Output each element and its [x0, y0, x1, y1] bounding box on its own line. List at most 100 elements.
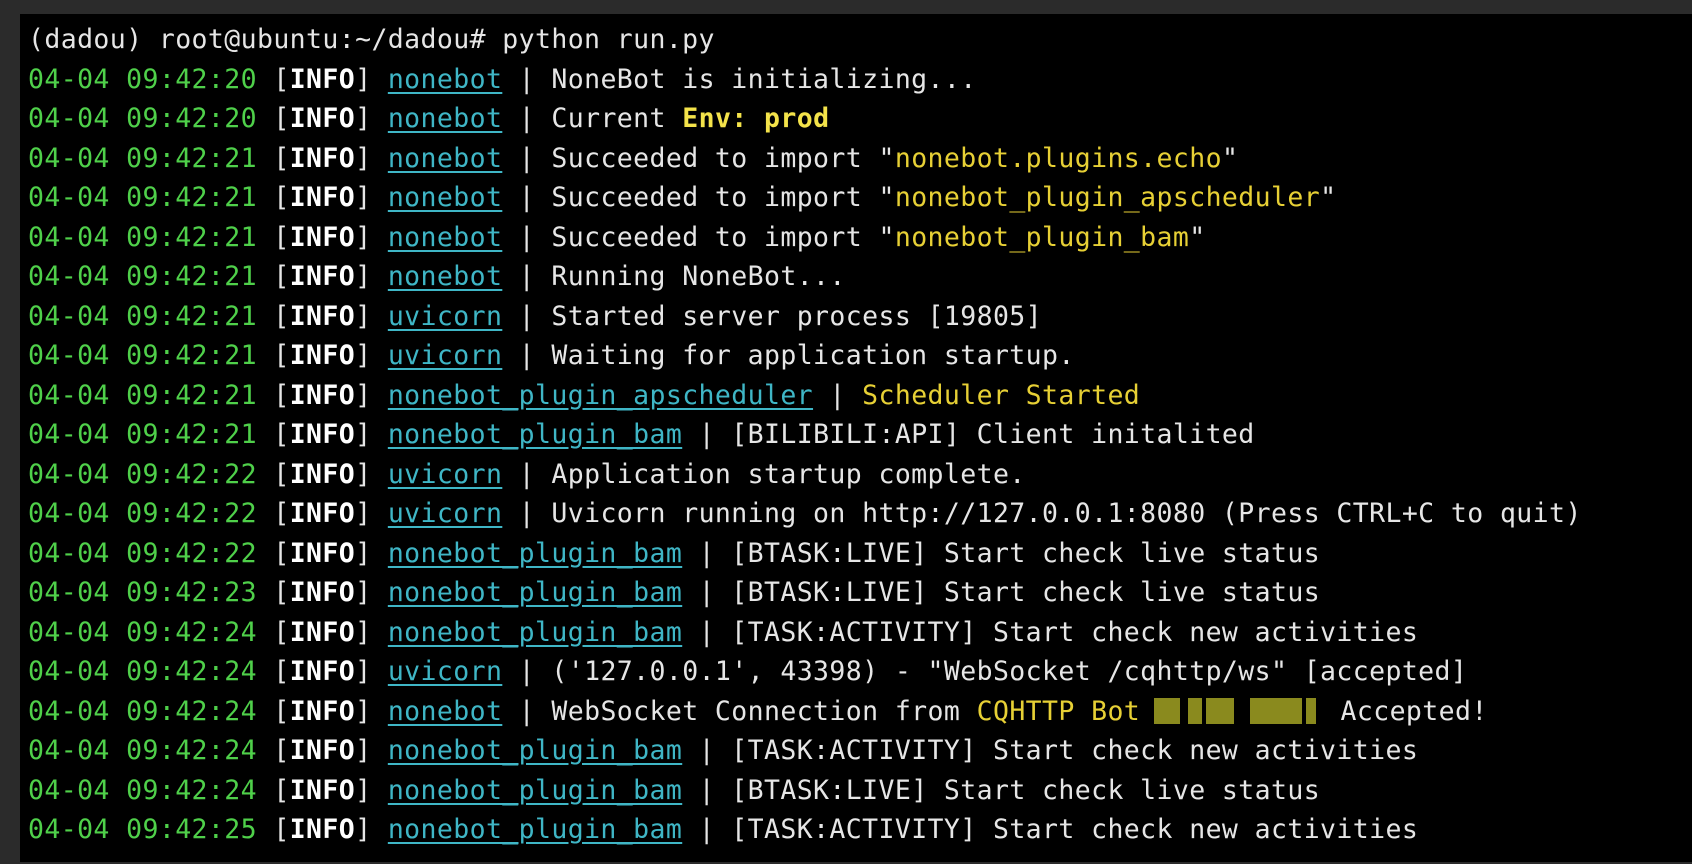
log-module: nonebot — [387, 103, 503, 134]
log-separator: | — [682, 537, 732, 569]
log-separator: | — [502, 458, 552, 490]
level-open-bracket: [ — [256, 498, 290, 529]
log-message: Current — [551, 103, 683, 134]
log-module: nonebot_plugin_bam — [387, 735, 683, 766]
level-open-bracket: [ — [256, 340, 290, 371]
log-message: NoneBot is initializing... — [551, 63, 977, 95]
log-level: INFO — [289, 656, 356, 687]
log-separator: | — [502, 221, 552, 253]
log-message: Started server process [19805] — [551, 300, 1043, 332]
log-message: [BILIBILI:API] Client initalited — [731, 419, 1255, 450]
log-message: [BTASK:LIVE] Start check live status — [731, 537, 1321, 569]
level-open-bracket: [ — [256, 300, 290, 332]
log-module: nonebot — [387, 142, 503, 174]
log-level: INFO — [289, 577, 356, 608]
level-open-bracket: [ — [256, 695, 290, 727]
level-close-bracket: ] — [355, 300, 388, 332]
level-close-bracket: ] — [355, 340, 388, 371]
level-close-bracket: ] — [355, 656, 388, 687]
log-module: nonebot_plugin_apscheduler — [387, 379, 814, 411]
log-message: Succeeded to import " — [551, 142, 895, 174]
level-close-bracket: ] — [355, 63, 388, 95]
log-module: nonebot_plugin_bam — [387, 774, 683, 806]
log-line: 04-04 09:42:21 [INFO] nonebot | Succeede… — [28, 218, 1692, 258]
log-level: INFO — [289, 221, 356, 253]
level-open-bracket: [ — [256, 419, 290, 450]
level-open-bracket: [ — [256, 63, 290, 95]
redacted-bot-id — [1154, 697, 1324, 724]
log-message-suffix: Accepted! — [1324, 695, 1488, 727]
level-close-bracket: ] — [355, 577, 388, 608]
log-line: 04-04 09:42:22 [INFO] nonebot_plugin_bam… — [28, 534, 1692, 574]
level-open-bracket: [ — [256, 458, 290, 490]
log-module: nonebot_plugin_bam — [387, 814, 683, 845]
log-module: nonebot_plugin_bam — [387, 419, 683, 450]
log-separator: | — [813, 379, 863, 411]
log-module: uvicorn — [387, 458, 503, 490]
log-separator: | — [502, 656, 552, 687]
log-output: 04-04 09:42:20 [INFO] nonebot | NoneBot … — [28, 60, 1692, 850]
log-line: 04-04 09:42:24 [INFO] nonebot | WebSocke… — [28, 692, 1692, 732]
log-timestamp: 04-04 09:42:22 — [28, 498, 257, 529]
log-timestamp: 04-04 09:42:24 — [28, 656, 257, 687]
log-message: [TASK:ACTIVITY] Start check new activiti… — [731, 814, 1419, 845]
level-close-bracket: ] — [355, 735, 388, 766]
level-open-bracket: [ — [256, 221, 290, 253]
log-level: INFO — [289, 142, 356, 174]
log-line: 04-04 09:42:24 [INFO] nonebot_plugin_bam… — [28, 613, 1692, 653]
log-highlight: nonebot_plugin_apscheduler — [894, 182, 1321, 213]
log-message: [TASK:ACTIVITY] Start check new activiti… — [731, 616, 1419, 648]
log-line: 04-04 09:42:24 [INFO] uvicorn | ('127.0.… — [28, 652, 1692, 692]
log-timestamp: 04-04 09:42:21 — [28, 340, 257, 371]
log-level: INFO — [289, 537, 356, 569]
log-timestamp: 04-04 09:42:24 — [28, 616, 257, 648]
log-line: 04-04 09:42:21 [INFO] nonebot | Running … — [28, 257, 1692, 297]
log-separator: | — [502, 300, 552, 332]
log-module: uvicorn — [387, 340, 503, 371]
level-open-bracket: [ — [256, 379, 290, 411]
log-level: INFO — [289, 63, 356, 95]
log-module: nonebot — [387, 261, 503, 292]
log-message: Succeeded to import " — [551, 182, 895, 213]
log-level: INFO — [289, 103, 356, 134]
log-line: 04-04 09:42:22 [INFO] uvicorn | Uvicorn … — [28, 494, 1692, 534]
level-close-bracket: ] — [355, 221, 388, 253]
log-module: nonebot — [387, 695, 503, 727]
log-line: 04-04 09:42:24 [INFO] nonebot_plugin_bam… — [28, 731, 1692, 771]
log-highlight: nonebot_plugin_bam — [894, 221, 1190, 253]
log-message: Succeeded to import " — [551, 221, 895, 253]
log-level: INFO — [289, 735, 356, 766]
log-line: 04-04 09:42:23 [INFO] nonebot_plugin_bam… — [28, 573, 1692, 613]
log-module: nonebot — [387, 221, 503, 253]
terminal-output[interactable]: (dadou) root@ubuntu:~/dadou# python run.… — [20, 14, 1692, 862]
level-close-bracket: ] — [355, 814, 388, 845]
level-close-bracket: ] — [355, 379, 388, 411]
log-level: INFO — [289, 774, 356, 806]
log-timestamp: 04-04 09:42:22 — [28, 537, 257, 569]
log-timestamp: 04-04 09:42:21 — [28, 182, 257, 213]
log-level: INFO — [289, 261, 356, 292]
log-module: nonebot — [387, 182, 503, 213]
log-separator: | — [682, 814, 732, 845]
level-close-bracket: ] — [355, 103, 388, 134]
log-highlight: CQHTTP Bot — [976, 695, 1141, 727]
log-message: WebSocket Connection from — [551, 695, 977, 727]
log-timestamp: 04-04 09:42:23 — [28, 577, 257, 608]
log-timestamp: 04-04 09:42:20 — [28, 63, 257, 95]
log-line: 04-04 09:42:25 [INFO] nonebot_plugin_bam… — [28, 810, 1692, 850]
log-line: 04-04 09:42:21 [INFO] uvicorn | Waiting … — [28, 336, 1692, 376]
level-close-bracket: ] — [355, 182, 388, 213]
log-module: uvicorn — [387, 498, 503, 529]
log-timestamp: 04-04 09:42:21 — [28, 300, 257, 332]
log-separator: | — [502, 103, 552, 134]
log-highlight: Env: prod — [682, 103, 830, 134]
log-timestamp: 04-04 09:42:21 — [28, 261, 257, 292]
level-close-bracket: ] — [355, 616, 388, 648]
log-module: nonebot_plugin_bam — [387, 537, 683, 569]
log-level: INFO — [289, 340, 356, 371]
log-separator: | — [502, 498, 552, 529]
log-separator: | — [502, 142, 552, 174]
log-line: 04-04 09:42:21 [INFO] uvicorn | Started … — [28, 297, 1692, 337]
log-timestamp: 04-04 09:42:21 — [28, 221, 257, 253]
log-separator: | — [682, 616, 732, 648]
